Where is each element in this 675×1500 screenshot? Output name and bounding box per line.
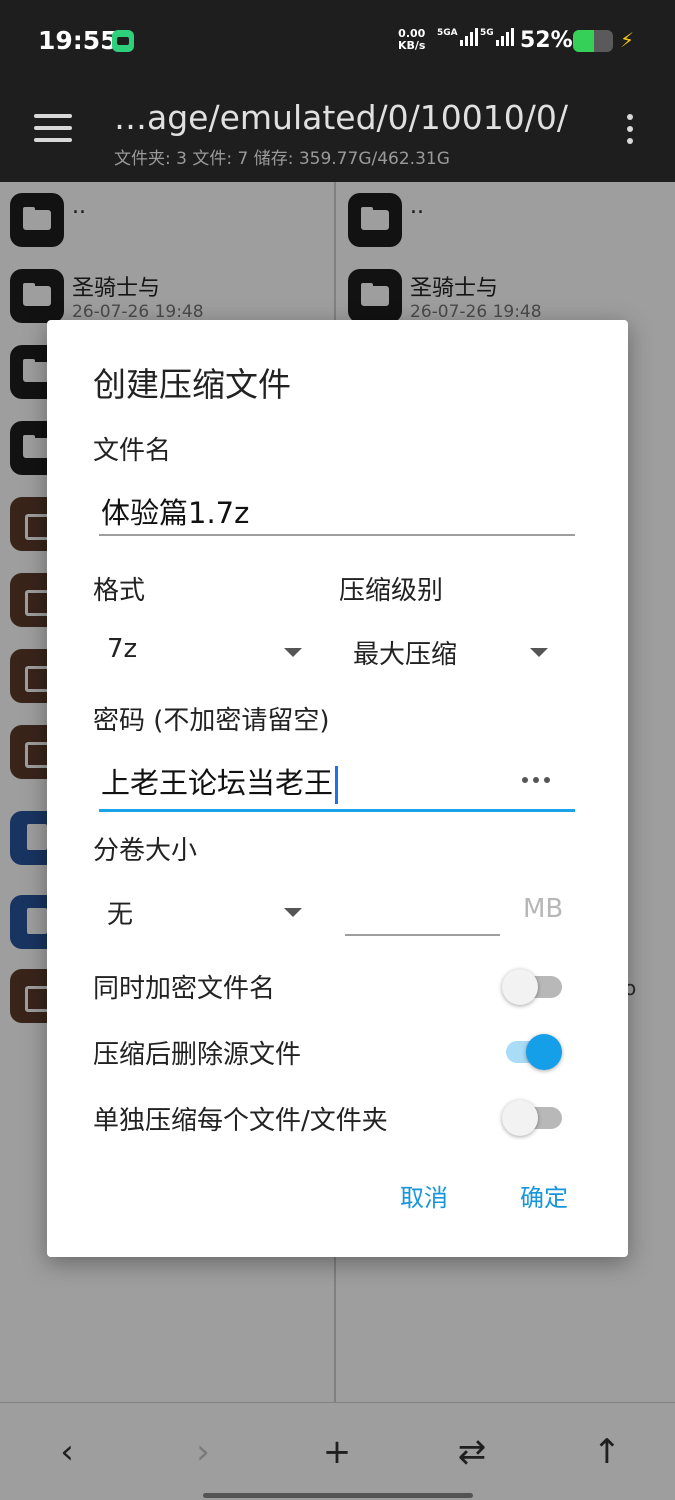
password-label: 密码 (不加密请留空) xyxy=(93,706,330,736)
compress-separately-switch[interactable] xyxy=(502,1098,562,1136)
format-label: 格式 xyxy=(93,576,146,606)
delete-source-switch[interactable] xyxy=(502,1032,562,1070)
compress-separately-label: 单独压缩每个文件/文件夹 xyxy=(93,1106,388,1136)
volume-size-value: 无 xyxy=(107,900,134,930)
password-input[interactable]: 上老王论坛当老王 xyxy=(99,752,575,812)
signal-sim1-icon: 5GA xyxy=(437,28,478,46)
charging-bolt-icon: ⚡ xyxy=(620,28,635,52)
battery-icon xyxy=(573,30,613,52)
compression-level-value: 最大压缩 xyxy=(353,640,458,670)
encrypt-filenames-switch[interactable] xyxy=(502,967,562,1005)
volume-size-input[interactable] xyxy=(345,886,500,936)
filename-value: 体验篇1.7z xyxy=(101,496,250,530)
sim2-network-label: 5G xyxy=(480,28,494,38)
ok-button[interactable]: 确定 xyxy=(520,1178,568,1213)
show-password-icon[interactable] xyxy=(522,770,556,790)
storage-summary: 文件夹: 3 文件: 7 储存: 359.77G/462.31G xyxy=(114,149,450,169)
overflow-menu-icon[interactable] xyxy=(620,114,640,150)
compression-level-label: 压缩级别 xyxy=(339,576,444,606)
password-value: 上老王论坛当老王 xyxy=(101,760,339,804)
dropdown-arrow-icon xyxy=(284,648,302,657)
status-time: 19:55 xyxy=(38,26,118,55)
dropdown-arrow-icon xyxy=(530,648,548,657)
cancel-button[interactable]: 取消 xyxy=(400,1178,448,1213)
dialog-title: 创建压缩文件 xyxy=(93,365,291,404)
compression-level-dropdown[interactable]: 最大压缩 xyxy=(339,626,557,676)
signal-sim2-icon: 5G xyxy=(480,28,514,46)
text-caret xyxy=(335,766,339,804)
status-bar: 19:55 0.00 KB/s 5GA 5G 52% ⚡ xyxy=(0,0,675,84)
current-path[interactable]: …age/emulated/0/10010/0/ xyxy=(114,98,568,137)
dropdown-arrow-icon xyxy=(284,908,302,917)
volume-size-label: 分卷大小 xyxy=(93,836,198,866)
encrypt-filenames-label: 同时加密文件名 xyxy=(93,974,276,1004)
battery-percent: 52% xyxy=(520,28,573,53)
filename-input[interactable]: 体验篇1.7z xyxy=(99,484,575,536)
notification-app-icon xyxy=(112,30,134,52)
create-archive-dialog: 创建压缩文件 文件名 体验篇1.7z 格式 压缩级别 7z 最大压缩 密码 (不… xyxy=(47,320,628,1257)
network-speed-unit: KB/s xyxy=(398,39,426,52)
volume-size-dropdown[interactable]: 无 xyxy=(93,886,311,936)
sim1-network-label: 5GA xyxy=(437,28,458,38)
filename-label: 文件名 xyxy=(93,436,172,466)
format-value: 7z xyxy=(107,634,138,664)
delete-source-label: 压缩后删除源文件 xyxy=(93,1040,302,1070)
hamburger-menu-icon[interactable] xyxy=(34,114,72,144)
network-speed: 0.00 KB/s xyxy=(398,28,425,52)
format-dropdown[interactable]: 7z xyxy=(93,626,311,676)
volume-unit-label: MB xyxy=(523,894,564,924)
app-toolbar: …age/emulated/0/10010/0/ 文件夹: 3 文件: 7 储存… xyxy=(0,84,675,182)
